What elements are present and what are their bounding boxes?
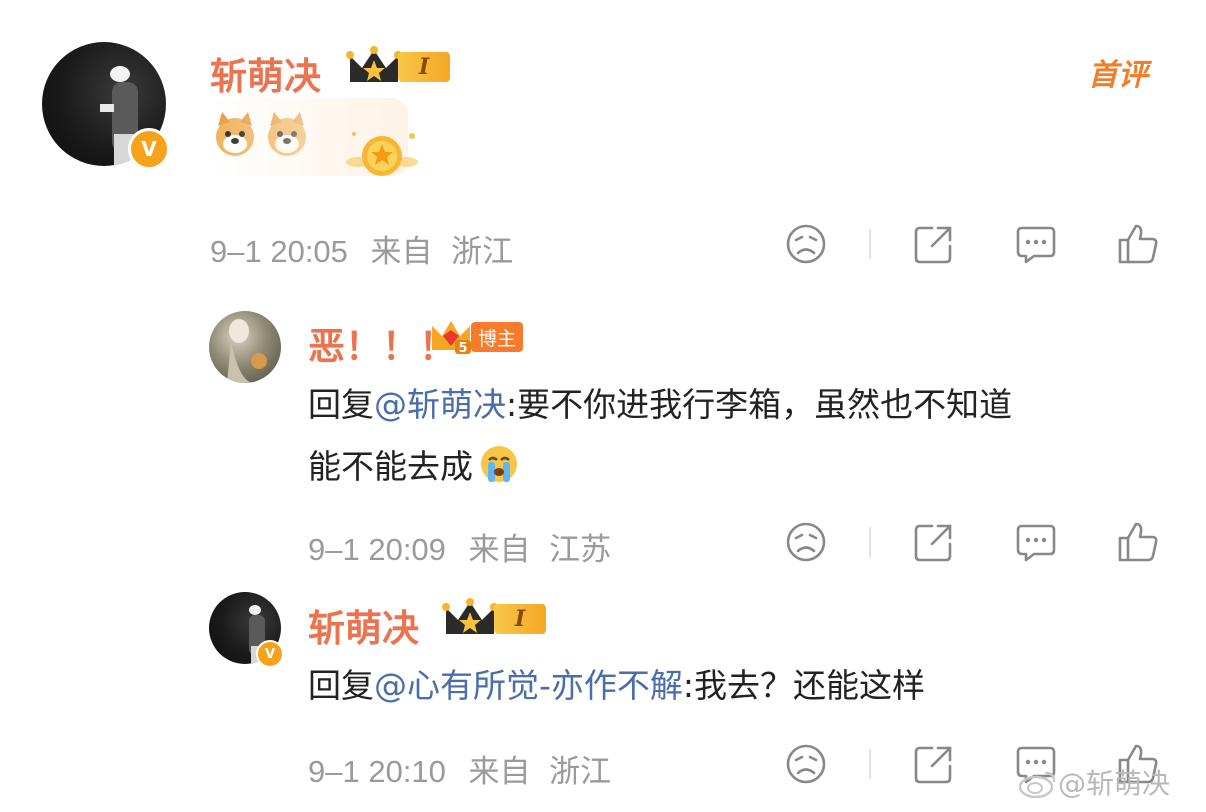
role-badge: 博主 [471,322,523,352]
from-label: 来自 [468,754,531,789]
comment-icon[interactable] [1014,222,1058,266]
like-thumb-icon[interactable] [1116,520,1160,564]
weibo-watermark: @斩萌决 [1018,762,1170,802]
username[interactable]: 斩萌决 [308,598,419,652]
star-badge-sticker-icon [346,132,418,176]
share-icon[interactable] [912,222,956,266]
action-separator [869,527,871,557]
timestamp: 9–1 20:05 [210,234,348,269]
verified-badge-icon: V [128,128,170,170]
verified-badge-icon: V [256,640,284,668]
avatar-image [227,319,267,383]
member-level-badge[interactable]: 5 博主 [429,318,523,356]
action-separator [869,229,871,259]
from-label: 来自 [370,234,433,269]
crown-level: 5 [458,341,467,356]
level-tag: I [494,604,546,634]
comment-body: :要不你进我行李箱，虽然也不知道 [506,385,1013,424]
comment-meta: 9–1 20:09 来自 江苏 [308,524,611,569]
comment-icon[interactable] [1014,520,1058,564]
timestamp: 9–1 20:09 [308,532,446,567]
username[interactable]: 斩萌决 [210,46,321,100]
location: 浙江 [451,234,514,269]
share-icon[interactable] [912,742,956,786]
member-level-badge[interactable]: I [346,46,450,88]
weibo-logo-icon [1018,771,1056,799]
comment-text: 回复@斩萌决:要不你进我行李箱，虽然也不知道 [308,374,1012,436]
timestamp: 9–1 20:10 [308,754,446,789]
action-separator [869,749,871,779]
comment-meta: 9–1 20:10 来自 浙江 [308,746,611,791]
first-comment-label: 首评 [1088,58,1148,93]
like-thumb-icon[interactable] [1116,222,1160,266]
comment-text: 回复@心有所觉-亦作不解:我去？还能这样 [308,655,925,717]
comment-body: 能不能去成 [308,447,473,486]
mention-link[interactable]: @斩萌决 [374,385,506,424]
crown-icon [346,46,402,82]
reply-prefix: 回复 [308,666,374,705]
level-tag: I [398,52,450,82]
crying-face-emoji [481,446,517,482]
share-icon[interactable] [912,520,956,564]
member-level-badge[interactable]: I [442,598,546,640]
reply-prefix: 回复 [308,385,374,424]
dislike-face-icon[interactable] [784,222,828,266]
from-label: 来自 [468,532,531,567]
crown-icon [442,598,498,634]
comment-text-line2: 能不能去成 [308,436,519,498]
avatar[interactable] [209,311,281,383]
comment-meta: 9–1 20:05 来自 浙江 [210,226,513,271]
dislike-face-icon[interactable] [784,520,828,564]
mention-link[interactable]: @心有所觉-亦作不解 [374,666,683,705]
dislike-face-icon[interactable] [784,742,828,786]
location: 浙江 [549,754,612,789]
watermark-text: @斩萌决 [1058,767,1171,800]
location: 江苏 [549,532,612,567]
comment-body: :我去？还能这样 [682,666,926,705]
crown-icon: 5 [432,321,471,356]
